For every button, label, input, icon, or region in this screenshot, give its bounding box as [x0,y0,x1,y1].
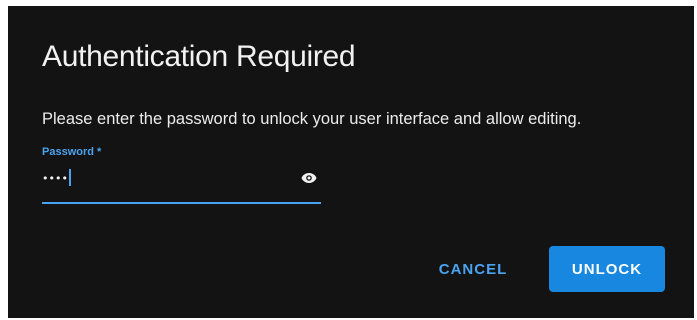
unlock-button[interactable]: UNLOCK [549,246,665,292]
eye-icon[interactable] [300,170,318,186]
page: Authentication Required Please enter the… [0,0,697,320]
dialog-message: Please enter the password to unlock your… [42,110,582,128]
dialog-title: Authentication Required [42,40,356,73]
text-caret [69,169,71,186]
password-input[interactable] [42,166,292,190]
password-field: Password * [42,146,321,206]
authentication-dialog: Authentication Required Please enter the… [8,6,694,318]
input-underline [42,202,321,204]
password-label: Password * [42,146,102,158]
cancel-button[interactable]: CANCEL [421,246,525,292]
